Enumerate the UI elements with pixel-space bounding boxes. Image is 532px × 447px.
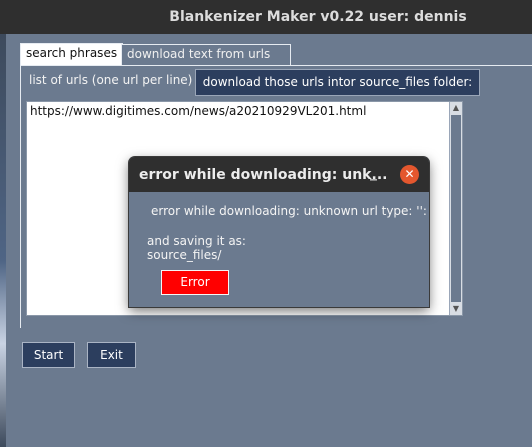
dialog-title: error while downloading: unk... <box>139 166 388 183</box>
download-urls-button[interactable]: download those urls intor source_files f… <box>195 69 480 96</box>
saving-line-1: and saving it as: <box>147 234 246 248</box>
window-titlebar[interactable]: Blankenizer Maker v0.22 user: dennis <box>0 0 532 34</box>
minimize-icon[interactable]: _ <box>370 165 377 181</box>
saving-line-2: source_files/ <box>147 248 222 262</box>
saving-info: and saving it as: source_files/ <box>147 234 246 262</box>
dialog-titlebar[interactable]: error while downloading: unk... _ ✕ <box>129 157 429 192</box>
window-title: Blankenizer Maker v0.22 user: dennis <box>169 9 467 25</box>
urls-label: list of urls (one url per line) <box>29 73 193 87</box>
exit-button[interactable]: Exit <box>87 342 136 368</box>
scrollbar-thumb[interactable] <box>451 115 461 302</box>
start-button[interactable]: Start <box>22 342 75 368</box>
error-message: error while downloading: unknown url typ… <box>151 204 427 218</box>
error-dialog: error while downloading: unk... _ ✕ erro… <box>129 157 429 307</box>
scroll-down-arrow-icon[interactable]: ▼ <box>450 303 462 315</box>
tab-search-phrases[interactable]: search phrases <box>20 43 124 65</box>
background-window-edge <box>0 34 6 447</box>
urls-scrollbar[interactable]: ▲ ▼ <box>449 102 462 315</box>
urls-textarea-content: https://www.digitimes.com/news/a20210929… <box>30 104 367 118</box>
error-button[interactable]: Error <box>161 270 229 295</box>
tab-download-text[interactable]: download text from urls <box>121 44 291 65</box>
scroll-up-arrow-icon[interactable]: ▲ <box>450 102 462 114</box>
close-icon[interactable]: ✕ <box>400 165 419 184</box>
